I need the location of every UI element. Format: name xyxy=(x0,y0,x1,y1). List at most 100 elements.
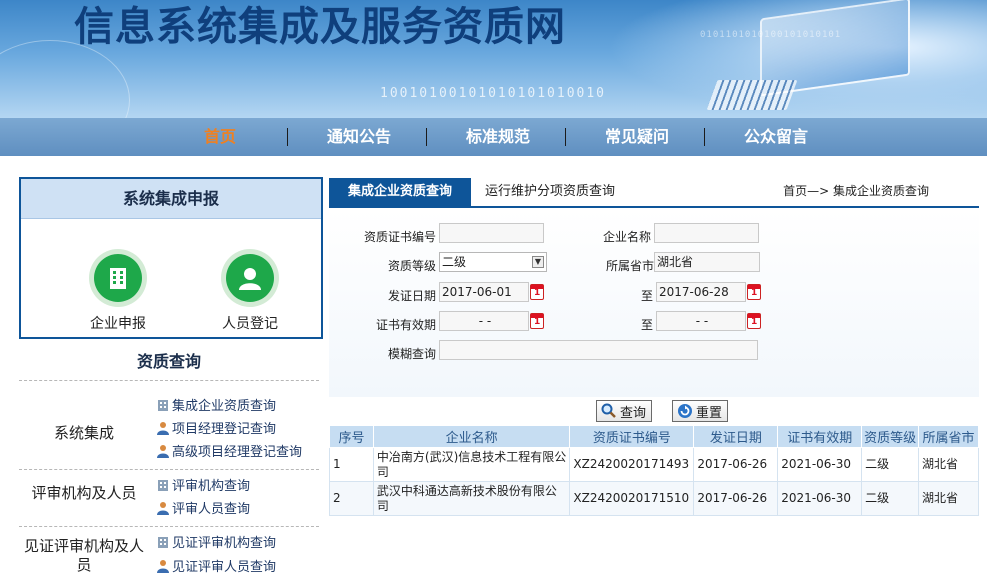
person-small-icon xyxy=(156,444,170,458)
divider xyxy=(19,526,319,527)
cell-cert-no: XZ2420020171493 xyxy=(569,447,695,482)
tab-integration-qualification[interactable]: 集成企业资质查询 xyxy=(329,178,471,208)
keyboard-graphic xyxy=(706,80,798,110)
cell-company: 中冶南方(武汉)信息技术工程有限公司 xyxy=(372,447,571,482)
issue-date-to-input[interactable]: 2017-06-28 xyxy=(656,282,746,302)
validity-to-label: 至 xyxy=(640,318,653,332)
calendar-icon[interactable] xyxy=(747,284,761,300)
link-label: 项目经理登记查询 xyxy=(172,422,277,437)
category-witness-review: 见证评审机构及人员 xyxy=(23,537,144,574)
level-value: 二级 xyxy=(442,255,467,269)
nav-separator xyxy=(704,128,705,146)
fuzzy-search-input[interactable] xyxy=(439,340,758,360)
calendar-icon[interactable] xyxy=(530,284,544,300)
building-icon xyxy=(94,254,142,302)
fuzzy-search-label: 模糊查询 xyxy=(387,347,436,361)
divider xyxy=(19,380,319,381)
building-small-icon xyxy=(156,478,170,492)
calendar-icon[interactable] xyxy=(530,313,544,329)
nav-item-notices[interactable]: 通知公告 xyxy=(304,118,414,156)
site-title: 信息系统集成及服务资质网 xyxy=(74,3,566,50)
tab-bar: 集成企业资质查询 运行维护分项资质查询 首页—> 集成企业资质查询 xyxy=(329,178,979,208)
cell-validity: 2021-06-30 xyxy=(777,481,863,516)
tab-maintenance-qualification[interactable]: 运行维护分项资质查询 xyxy=(485,178,615,208)
company-report-label: 企业申报 xyxy=(90,316,146,332)
column-header-region: 所属省市 xyxy=(918,425,979,448)
binary-text: 10010100101010101010010 xyxy=(380,86,607,101)
qualification-query-title: 资质查询 xyxy=(136,352,201,371)
cell-level: 二级 xyxy=(861,481,920,516)
cell-issue-date: 2017-06-26 xyxy=(693,481,779,516)
region-input[interactable]: 湖北省 xyxy=(654,252,760,272)
breadcrumb: 首页—> 集成企业资质查询 xyxy=(783,184,929,198)
region-label: 所属省市 xyxy=(605,259,654,273)
company-name-input[interactable] xyxy=(654,223,759,243)
chevron-down-icon: ▼ xyxy=(532,256,544,268)
column-header-validity: 证书有效期 xyxy=(777,425,863,448)
cert-no-input[interactable] xyxy=(439,223,544,243)
nav-item-messages[interactable]: 公众留言 xyxy=(721,118,831,156)
search-button-label: 查询 xyxy=(620,405,647,421)
validity-label: 证书有效期 xyxy=(375,318,436,332)
link-review-personnel[interactable]: 评审人员查询 xyxy=(156,498,250,517)
site-banner: 0101101010100101010101 10010100101010101… xyxy=(0,0,987,118)
divider xyxy=(19,469,319,470)
category-system-integration: 系统集成 xyxy=(53,424,114,442)
issue-date-to-label: 至 xyxy=(640,289,653,303)
link-label: 高级项目经理登记查询 xyxy=(172,445,303,460)
report-panel: 系统集成申报 企业申报 人员登记 xyxy=(19,177,323,339)
nav-separator xyxy=(565,128,566,146)
link-senior-project-manager[interactable]: 高级项目经理登记查询 xyxy=(156,441,302,460)
nav-separator xyxy=(287,128,288,146)
calendar-icon[interactable] xyxy=(747,313,761,329)
validity-from-input[interactable]: - - xyxy=(439,311,529,331)
binary-text-small: 0101101010100101010101 xyxy=(700,30,842,40)
search-button[interactable]: 查询 xyxy=(596,400,652,422)
table-row[interactable]: 1 中冶南方(武汉)信息技术工程有限公司 XZ2420020171493 201… xyxy=(329,447,979,482)
level-select[interactable]: 二级 ▼ xyxy=(439,252,547,272)
link-witness-agency[interactable]: 见证评审机构查询 xyxy=(156,532,276,551)
column-header-cert-no: 资质证书编号 xyxy=(569,425,695,448)
nav-separator xyxy=(426,128,427,146)
person-small-icon xyxy=(156,501,170,515)
personnel-register-label: 人员登记 xyxy=(222,316,278,332)
search-form: 资质证书编号 企业名称 资质等级 二级 ▼ 所属省市 湖北省 发证日期 2017… xyxy=(329,209,979,397)
reset-button[interactable]: 重置 xyxy=(672,400,728,422)
cell-cert-no: XZ2420020171510 xyxy=(569,481,695,516)
table-header-row: 序号 企业名称 资质证书编号 发证日期 证书有效期 资质等级 所属省市 xyxy=(329,425,979,448)
circle-icon-bg xyxy=(89,249,147,307)
link-review-agency[interactable]: 评审机构查询 xyxy=(156,475,250,494)
cell-level: 二级 xyxy=(861,447,920,482)
building-small-icon xyxy=(156,398,170,412)
validity-to-input[interactable]: - - xyxy=(656,311,746,331)
column-header-issue-date: 发证日期 xyxy=(693,425,779,448)
cell-no: 2 xyxy=(329,481,374,516)
nav-item-standards[interactable]: 标准规范 xyxy=(443,118,553,156)
issue-date-label: 发证日期 xyxy=(387,289,436,303)
category-review-agencies: 评审机构及人员 xyxy=(31,484,137,502)
search-icon xyxy=(601,403,617,419)
table-row[interactable]: 2 武汉中科通达高新技术股份有限公司 XZ2420020171510 2017-… xyxy=(329,481,979,516)
person-icon xyxy=(226,254,274,302)
cell-no: 1 xyxy=(329,447,374,482)
building-small-icon xyxy=(156,535,170,549)
results-table: 序号 企业名称 资质证书编号 发证日期 证书有效期 资质等级 所属省市 1 中冶… xyxy=(329,425,979,516)
reset-button-label: 重置 xyxy=(696,405,723,421)
cell-validity: 2021-06-30 xyxy=(777,447,863,482)
personnel-register-button[interactable]: 人员登记 xyxy=(195,249,305,333)
link-label: 评审人员查询 xyxy=(172,502,251,517)
link-label: 见证评审机构查询 xyxy=(172,536,277,551)
link-company-qualification[interactable]: 集成企业资质查询 xyxy=(156,395,276,414)
link-witness-personnel[interactable]: 见证评审人员查询 xyxy=(156,556,276,575)
column-header-company: 企业名称 xyxy=(372,425,571,448)
refresh-icon xyxy=(677,403,693,419)
nav-item-faq[interactable]: 常见疑问 xyxy=(582,118,692,156)
link-label: 评审机构查询 xyxy=(172,479,251,494)
cell-region: 湖北省 xyxy=(918,481,979,516)
company-report-button[interactable]: 企业申报 xyxy=(63,249,173,333)
cell-company: 武汉中科通达高新技术股份有限公司 xyxy=(372,481,571,516)
issue-date-from-input[interactable]: 2017-06-01 xyxy=(439,282,529,302)
nav-item-home[interactable]: 首页 xyxy=(165,118,275,156)
person-small-icon xyxy=(156,559,170,573)
link-project-manager[interactable]: 项目经理登记查询 xyxy=(156,418,276,437)
